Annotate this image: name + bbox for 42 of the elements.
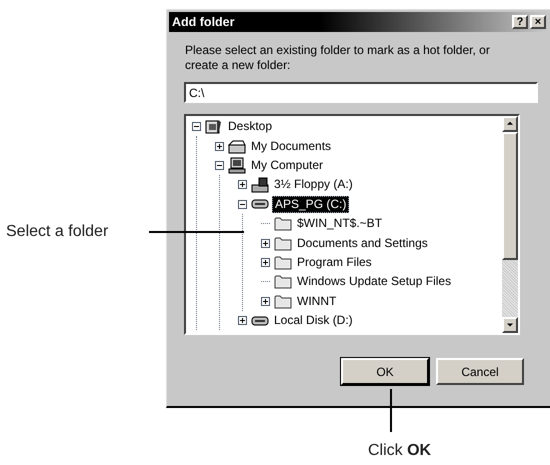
folder-icon xyxy=(274,236,292,251)
collapse-box[interactable] xyxy=(238,200,247,209)
tree-item[interactable]: Documents and Settings xyxy=(295,236,430,251)
tree-item[interactable]: Local Disk (D:) xyxy=(272,313,355,328)
cancel-button[interactable]: Cancel xyxy=(436,358,524,385)
tree-item[interactable]: WINNT xyxy=(295,294,338,309)
folder-icon xyxy=(274,294,292,309)
hard-drive-icon xyxy=(250,316,268,326)
floppy-drive-icon xyxy=(250,176,268,193)
tree-item[interactable]: Program Files xyxy=(295,254,374,270)
hard-drive-icon xyxy=(250,199,268,210)
ok-button[interactable]: OK xyxy=(341,358,429,385)
expand-box[interactable] xyxy=(238,180,247,190)
folder-icon xyxy=(274,274,292,290)
folder-icon xyxy=(274,254,292,270)
expand-box[interactable] xyxy=(238,316,247,326)
collapse-box[interactable] xyxy=(215,160,224,170)
window-title: Add folder xyxy=(172,14,236,31)
help-button[interactable]: ? xyxy=(512,15,528,29)
close-button[interactable]: × xyxy=(530,15,546,29)
tree-item[interactable]: Desktop xyxy=(226,119,274,134)
expand-box[interactable] xyxy=(261,258,270,267)
leader-line xyxy=(390,389,392,432)
tree-item[interactable]: My Computer xyxy=(249,158,326,173)
tree-item[interactable]: APS_PG (C:) xyxy=(272,196,350,213)
tree-item[interactable]: 3½ Floppy (A:) xyxy=(272,177,355,192)
collapse-box[interactable] xyxy=(192,122,201,132)
computer-icon xyxy=(228,156,246,174)
tree-item[interactable]: Windows Update Setup Files xyxy=(295,274,454,290)
expand-box[interactable] xyxy=(261,296,270,306)
desktop-icon xyxy=(205,118,222,135)
tree-item[interactable]: $WIN_NT$.~BT xyxy=(295,216,384,232)
scrollbar[interactable] xyxy=(502,116,518,333)
expand-box[interactable] xyxy=(215,142,224,151)
folder-icon xyxy=(274,216,292,232)
scroll-thumb[interactable] xyxy=(502,132,518,260)
callout-label: Click OK xyxy=(368,441,432,461)
path-field[interactable]: C:\ xyxy=(184,82,538,103)
expand-box[interactable] xyxy=(261,238,270,248)
prompt-text: Please select an existing folder to mark as a hot folder, or create a new folder: xyxy=(185,43,491,73)
callout-label: Select a folder xyxy=(6,222,108,242)
tree-item[interactable]: My Documents xyxy=(249,138,334,154)
